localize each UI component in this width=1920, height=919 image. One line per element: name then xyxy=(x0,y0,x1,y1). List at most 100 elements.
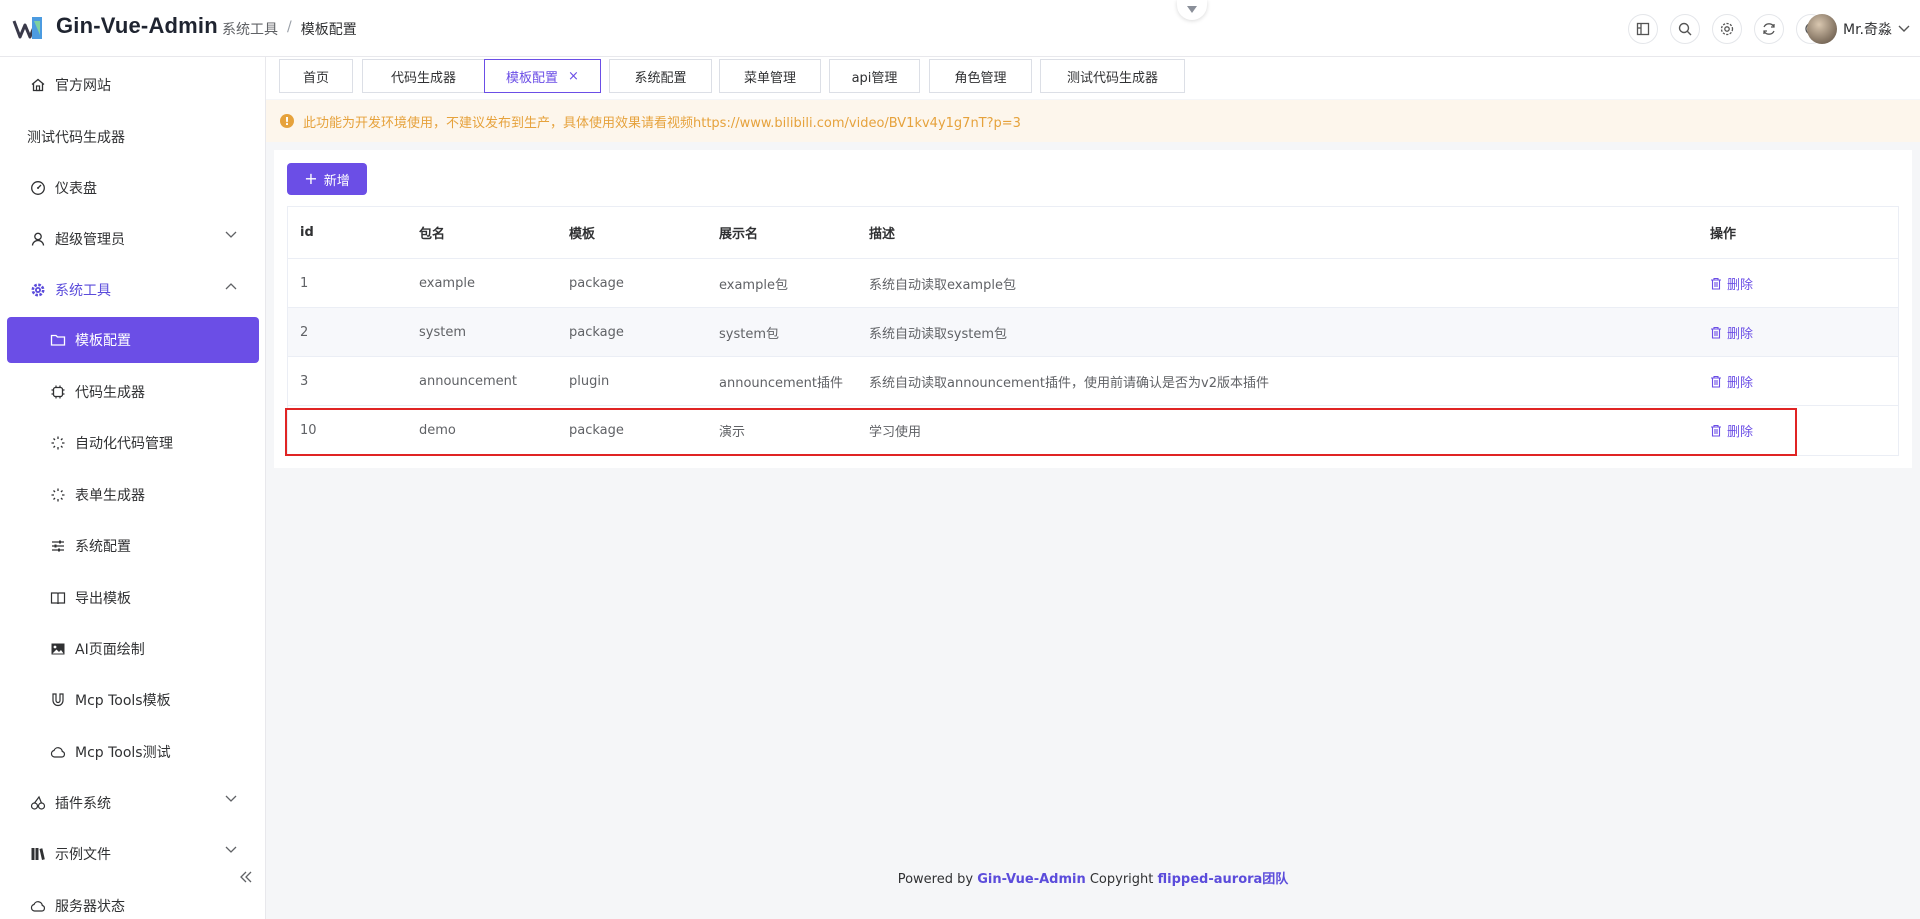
breadcrumb-item-current: 模板配置 xyxy=(300,22,357,38)
cell-action: 删除 xyxy=(1710,259,1753,307)
image-icon xyxy=(49,640,67,658)
sidebar-item-mcp-tools-test[interactable]: Mcp Tools测试 xyxy=(7,729,259,775)
tab-template-config[interactable]: 模板配置 × xyxy=(484,59,601,93)
cell-action: 删除 xyxy=(1710,308,1753,356)
delete-button[interactable]: 删除 xyxy=(1710,372,1753,391)
sidebar-item-ai-page-draw[interactable]: AI页面绘制 xyxy=(7,626,259,672)
cell-package: demo xyxy=(419,423,456,438)
column-header-label[interactable]: 展示名 xyxy=(719,207,758,258)
cell-package: example xyxy=(419,275,475,291)
sidebar-item-label: 表单生成器 xyxy=(75,488,145,504)
sidebar-item-official-site[interactable]: 官方网站 xyxy=(7,62,259,108)
sidebar-item-label: 官方网站 xyxy=(55,78,111,94)
settings-button[interactable] xyxy=(1712,14,1742,44)
sidebar-item-example-files[interactable]: 示例文件 xyxy=(7,831,259,877)
app-title[interactable]: Gin-Vue-Admin xyxy=(56,13,218,39)
close-icon[interactable]: × xyxy=(568,69,579,84)
breadcrumb-item-system-tools[interactable]: 系统工具 xyxy=(222,19,278,39)
magic-icon xyxy=(49,486,67,504)
delete-button[interactable]: 删除 xyxy=(1710,421,1753,440)
tab-api-manage[interactable]: api管理 xyxy=(829,59,920,93)
username[interactable]: Mr.奇淼 xyxy=(1843,19,1892,39)
sidebar-item-dashboard[interactable]: 仪表盘 xyxy=(7,165,259,211)
tab-label: 代码生成器 xyxy=(390,70,456,86)
sidebar-item-system-config[interactable]: 系统配置 xyxy=(7,523,259,569)
sidebar-item-auto-code-manage[interactable]: 自动化代码管理 xyxy=(7,420,259,466)
trash-icon xyxy=(1711,326,1721,339)
cell-desc: 学习使用 xyxy=(869,425,922,440)
footer-team-link[interactable]: flipped-aurora团队 xyxy=(1158,872,1289,887)
sidebar-item-template-config[interactable]: 模板配置 xyxy=(7,317,259,363)
book-icon xyxy=(49,589,67,607)
tab-label: 首页 xyxy=(302,70,329,86)
tab-system-config[interactable]: 系统配置 xyxy=(609,59,712,93)
tab-label: 系统配置 xyxy=(634,70,687,86)
column-header-desc[interactable]: 描述 xyxy=(869,207,895,258)
sidebar-item-label: 自动化代码管理 xyxy=(75,436,173,452)
footer-brand-link[interactable]: Gin-Vue-Admin xyxy=(977,872,1086,887)
sidebar-item-label: Mcp Tools模板 xyxy=(75,693,171,709)
chevron-down-icon xyxy=(225,795,237,802)
delete-button[interactable]: 删除 xyxy=(1710,274,1753,293)
cloud-icon xyxy=(49,743,67,761)
trash-icon xyxy=(1711,424,1721,437)
collapse-sidebar-button[interactable] xyxy=(236,867,256,887)
table-row[interactable]: 3 announcement plugin announcement插件 系统自… xyxy=(288,357,1898,406)
breadcrumb: 系统工具 / 模板配置 xyxy=(222,19,357,39)
cell-template: package xyxy=(569,275,624,291)
sidebar-item-super-admin[interactable]: 超级管理员 xyxy=(7,216,259,262)
sidebar-item-label: 系统工具 xyxy=(55,283,111,299)
warning-alert: ! 此功能为开发环境使用，不建议发布到生产，具体使用效果请看视频https://… xyxy=(266,100,1920,142)
tab-home[interactable]: 首页 xyxy=(279,59,353,93)
sidebar-item-label: 模板配置 xyxy=(75,333,131,349)
sidebar-item-system-tools[interactable]: 系统工具 xyxy=(7,267,259,313)
sidebar-item-label: 服务器状态 xyxy=(55,899,125,915)
top-header: Gin-Vue-Admin 系统工具 / 模板配置 Mr.奇淼 xyxy=(0,0,1920,57)
column-header-id[interactable]: id xyxy=(300,207,314,258)
add-button[interactable]: + 新增 xyxy=(287,163,367,195)
user-menu[interactable]: Mr.奇淼 xyxy=(1807,14,1910,44)
delete-button[interactable]: 删除 xyxy=(1710,323,1753,342)
sidebar-item-export-template[interactable]: 导出模板 xyxy=(7,575,259,621)
sidebar-item-label: Mcp Tools测试 xyxy=(75,745,171,761)
settings-icon xyxy=(1720,22,1734,36)
chevron-up-icon xyxy=(225,283,237,290)
table-row[interactable]: 2 system package system包 系统自动读取system包 删… xyxy=(288,308,1898,357)
refresh-button[interactable] xyxy=(1754,14,1784,44)
column-header-package[interactable]: 包名 xyxy=(419,207,445,258)
template-table: id 包名 模板 展示名 描述 操作 1 example package exa… xyxy=(287,206,1899,456)
layout-button[interactable] xyxy=(1628,14,1658,44)
cell-label: example包 xyxy=(719,277,788,293)
cell-package: announcement xyxy=(419,373,518,389)
tab-test-codegen[interactable]: 测试代码生成器 xyxy=(1040,59,1185,93)
sidebar-item-code-generator[interactable]: 代码生成器 xyxy=(7,369,259,415)
sidebar-item-mcp-tools-template[interactable]: Mcp Tools模板 xyxy=(7,677,259,723)
trash-icon xyxy=(1711,277,1721,290)
cpu-icon xyxy=(49,383,67,401)
avatar[interactable] xyxy=(1807,14,1837,44)
magnet-icon xyxy=(49,691,67,709)
header-toggle-handle[interactable] xyxy=(1177,0,1207,20)
search-button[interactable] xyxy=(1670,14,1700,44)
tab-label: 菜单管理 xyxy=(743,70,796,86)
trash-icon xyxy=(1711,375,1721,388)
table-row[interactable]: 10 demo package 演示 学习使用 删除 xyxy=(288,406,1898,455)
sidebar-item-form-generator[interactable]: 表单生成器 xyxy=(7,472,259,518)
user-icon xyxy=(29,230,47,248)
column-header-template[interactable]: 模板 xyxy=(569,207,595,258)
cell-id: 1 xyxy=(300,275,309,291)
sidebar-item-plugin-system[interactable]: 插件系统 xyxy=(7,780,259,826)
sidebar-item-label: AI页面绘制 xyxy=(75,642,145,658)
table-row[interactable]: 1 example package example包 系统自动读取example… xyxy=(288,259,1898,308)
delete-label: 删除 xyxy=(1727,425,1754,440)
tab-code-generator[interactable]: 代码生成器 xyxy=(362,59,485,93)
logo-icon[interactable] xyxy=(12,13,44,43)
sidebar: 官方网站 测试代码生成器 仪表盘 超级管理员 系统工具 模板配置 代码生成器 自… xyxy=(0,57,266,919)
cell-id: 2 xyxy=(300,324,309,340)
tab-menu-manage[interactable]: 菜单管理 xyxy=(719,59,821,93)
tab-role-manage[interactable]: 角色管理 xyxy=(929,59,1032,93)
sidebar-item-test-codegen[interactable]: 测试代码生成器 xyxy=(7,114,259,160)
sidebar-item-server-status[interactable]: 服务器状态 xyxy=(7,883,259,919)
cell-template: plugin xyxy=(569,373,610,389)
cell-action: 删除 xyxy=(1710,406,1753,455)
